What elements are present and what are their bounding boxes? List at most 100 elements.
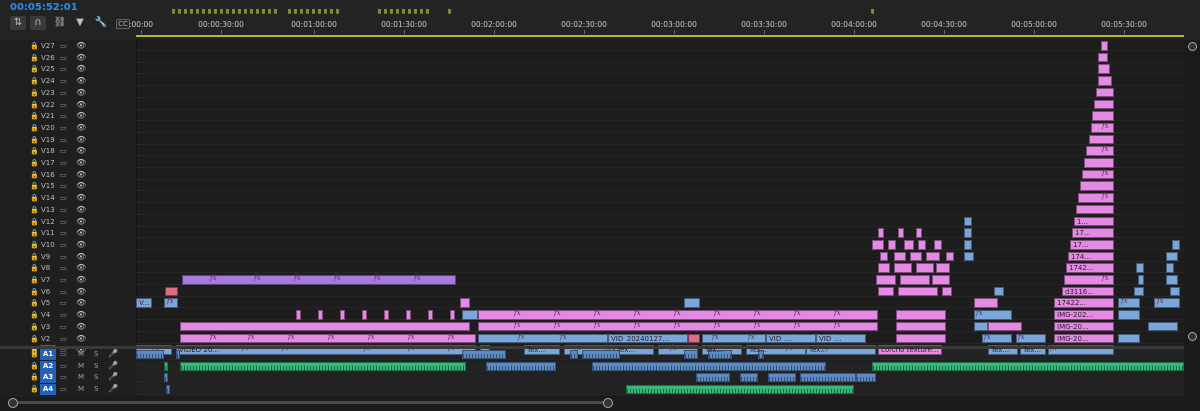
sync-lock-icon[interactable]: ▭: [60, 276, 67, 284]
track-label[interactable]: V16: [41, 171, 55, 179]
track-label[interactable]: V11: [41, 229, 55, 237]
sync-lock-icon[interactable]: ▭: [60, 299, 67, 307]
lock-icon[interactable]: 🔒: [30, 288, 39, 296]
work-area-bar[interactable]: [136, 35, 1184, 37]
video-clip[interactable]: [428, 310, 433, 320]
video-track-header[interactable]: 🔒 V15 ▭ 👁: [0, 181, 136, 192]
video-clip[interactable]: [450, 310, 455, 320]
video-track-header[interactable]: 🔒 V11 ▭ 👁: [0, 228, 136, 239]
video-clip[interactable]: [872, 239, 884, 250]
track-label[interactable]: V8: [41, 264, 50, 272]
audio-track-header[interactable]: 🔒 A3 ▭ M S 🎤: [0, 372, 136, 383]
eye-icon[interactable]: 👁: [76, 334, 86, 343]
timeline-marker[interactable]: [336, 9, 339, 14]
timeline-marker[interactable]: [288, 9, 291, 14]
video-track-header[interactable]: 🔒 V14 ▭ 👁: [0, 193, 136, 204]
sync-lock-icon[interactable]: ▭: [60, 112, 67, 120]
lock-icon[interactable]: 🔒: [30, 264, 39, 272]
video-track-header[interactable]: 🔒 V25 ▭ 👁: [0, 64, 136, 75]
horizontal-scrollbar[interactable]: [0, 397, 1200, 411]
timeline-marker[interactable]: [378, 9, 381, 14]
eye-icon[interactable]: 👁: [76, 76, 86, 85]
track-label[interactable]: V9: [41, 253, 50, 261]
lock-icon[interactable]: 🔒: [30, 335, 39, 343]
eye-icon[interactable]: 👁: [76, 135, 86, 144]
lock-icon[interactable]: 🔒: [30, 101, 39, 109]
video-clip[interactable]: 17...: [1072, 228, 1114, 238]
track-label[interactable]: A2: [40, 360, 56, 372]
audio-clip[interactable]: [164, 373, 168, 382]
eye-icon[interactable]: 👁: [76, 228, 86, 237]
video-clip[interactable]: [910, 251, 922, 262]
audio-clip[interactable]: [180, 361, 466, 371]
sync-lock-icon[interactable]: ▭: [60, 362, 67, 370]
sync-lock-icon[interactable]: ▭: [60, 194, 67, 202]
eye-icon[interactable]: 👁: [76, 41, 86, 50]
timeline-marker[interactable]: [448, 9, 451, 14]
track-label[interactable]: V26: [41, 54, 55, 62]
timeline-marker[interactable]: [871, 9, 874, 14]
lock-icon[interactable]: 🔒: [30, 206, 39, 214]
sync-lock-icon[interactable]: ▭: [60, 101, 67, 109]
lock-icon[interactable]: 🔒: [30, 182, 39, 190]
video-clip[interactable]: [894, 263, 912, 273]
track-label[interactable]: V22: [41, 101, 55, 109]
track-label[interactable]: V10: [41, 241, 55, 249]
solo-button[interactable]: S: [94, 350, 98, 358]
timeline-marker[interactable]: [414, 9, 417, 14]
vertical-scroll-top-handle[interactable]: [1188, 42, 1197, 51]
audio-track-header[interactable]: 🔒 A1 ▭ M S 🎤: [0, 349, 136, 360]
video-lane[interactable]: [136, 110, 1184, 122]
video-clip[interactable]: 174...: [1068, 251, 1114, 262]
video-clip[interactable]: [974, 298, 998, 309]
video-clip[interactable]: [1118, 310, 1140, 320]
video-lane[interactable]: [136, 87, 1184, 98]
eye-icon[interactable]: 👁: [76, 252, 86, 261]
video-track-header[interactable]: 🔒 V7 ▭ 👁: [0, 275, 136, 286]
video-lane[interactable]: [136, 169, 1184, 180]
lock-icon[interactable]: 🔒: [30, 136, 39, 144]
timeline-marker[interactable]: [384, 9, 387, 14]
track-label[interactable]: V15: [41, 182, 55, 190]
lock-icon[interactable]: 🔒: [30, 299, 39, 307]
video-clip[interactable]: [1172, 239, 1180, 250]
lock-icon[interactable]: 🔒: [30, 147, 39, 155]
eye-icon[interactable]: 👁: [76, 146, 86, 155]
timeline-marker[interactable]: [178, 9, 181, 14]
video-clip[interactable]: [406, 310, 411, 320]
timeline-marker[interactable]: [330, 9, 333, 14]
video-lane[interactable]: [136, 52, 1184, 63]
linked-selection-icon[interactable]: ⛓: [52, 16, 68, 30]
video-clip[interactable]: [964, 216, 972, 227]
video-clip[interactable]: [900, 275, 930, 285]
video-lane[interactable]: [136, 239, 1184, 250]
lock-icon[interactable]: 🔒: [30, 77, 39, 85]
eye-icon[interactable]: 👁: [76, 193, 86, 202]
video-clip[interactable]: V...: [136, 298, 152, 309]
timeline-marker[interactable]: [408, 9, 411, 14]
video-clip[interactable]: [932, 275, 950, 285]
sync-lock-icon[interactable]: ▭: [60, 288, 67, 296]
video-lane[interactable]: [136, 99, 1184, 110]
lock-icon[interactable]: 🔒: [30, 54, 39, 62]
timeline-marker[interactable]: [184, 9, 187, 14]
eye-icon[interactable]: 👁: [76, 111, 86, 120]
video-track-header[interactable]: 🔒 V24 ▭ 👁: [0, 76, 136, 87]
eye-icon[interactable]: 👁: [76, 181, 86, 190]
track-label[interactable]: V12: [41, 218, 55, 226]
audio-track-header[interactable]: 🔒 A2 ▭ M S 🎤: [0, 360, 136, 372]
playhead-timecode[interactable]: 00:05:52:01: [10, 2, 78, 13]
timeline-marker[interactable]: [226, 9, 229, 14]
eye-icon[interactable]: 👁: [76, 240, 86, 249]
mute-button[interactable]: M: [78, 362, 84, 370]
sync-lock-icon[interactable]: ▭: [60, 323, 67, 331]
audio-clip[interactable]: [768, 373, 796, 382]
video-clip[interactable]: [1148, 321, 1178, 332]
sync-lock-icon[interactable]: ▭: [60, 350, 67, 358]
timeline-marker[interactable]: [312, 9, 315, 14]
sync-lock-icon[interactable]: ▭: [60, 218, 67, 226]
video-clip[interactable]: [880, 251, 888, 262]
sync-lock-icon[interactable]: ▭: [60, 241, 67, 249]
video-clip[interactable]: [964, 228, 972, 238]
timeline-marker[interactable]: [190, 9, 193, 14]
